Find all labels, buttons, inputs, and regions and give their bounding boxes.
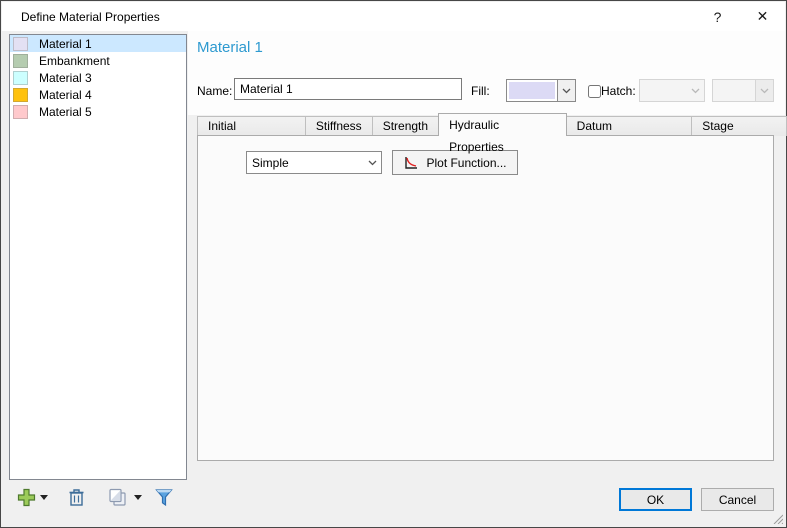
- caret-down-icon: [134, 495, 142, 500]
- material-list-item[interactable]: Material 3: [10, 69, 186, 86]
- help-icon: ?: [714, 9, 722, 25]
- editor-panel-background: [188, 31, 785, 115]
- fill-color-dropdown[interactable]: [506, 79, 576, 102]
- ok-button[interactable]: OK: [619, 488, 692, 511]
- name-input[interactable]: [234, 78, 462, 100]
- fill-label: Fill:: [471, 84, 490, 98]
- close-button[interactable]: ✕: [740, 2, 785, 31]
- tab-initial-conditions[interactable]: Initial Conditions: [197, 116, 306, 136]
- material-name: Material 1: [39, 37, 92, 51]
- material-name: Material 4: [39, 88, 92, 102]
- funnel-icon: [155, 488, 173, 507]
- add-material-dropdown-button[interactable]: [37, 485, 51, 509]
- chevron-down-icon: [755, 80, 773, 101]
- hatch-checkbox[interactable]: [588, 85, 601, 98]
- material-color-swatch: [13, 88, 28, 102]
- material-list-item[interactable]: Embankment: [10, 52, 186, 69]
- page-title: Material 1: [197, 39, 263, 56]
- hatch-pattern-dropdown: [639, 79, 705, 102]
- caret-down-icon: [40, 495, 48, 500]
- plot-function-icon: [403, 155, 419, 171]
- window-title: Define Material Properties: [21, 10, 160, 24]
- copy-material-dropdown-button[interactable]: [131, 485, 145, 509]
- material-list-item[interactable]: Material 5: [10, 103, 186, 120]
- hatch-color-dropdown: [712, 79, 774, 102]
- help-button[interactable]: ?: [695, 2, 740, 31]
- delete-material-button[interactable]: [63, 485, 89, 509]
- cancel-label: Cancel: [719, 493, 756, 507]
- filter-button[interactable]: [151, 485, 177, 509]
- model-value: Simple: [247, 152, 364, 173]
- chevron-down-icon[interactable]: [557, 80, 575, 101]
- tab-datum-dependency[interactable]: Datum Dependency: [566, 116, 693, 136]
- hatch-label: Hatch:: [601, 84, 636, 98]
- material-color-swatch: [13, 54, 28, 68]
- fill-color-swatch: [509, 82, 555, 99]
- close-icon: ✕: [757, 8, 769, 25]
- tab-bar: Initial ConditionsStiffnessStrengthHydra…: [197, 114, 786, 136]
- resize-grip[interactable]: [771, 512, 783, 524]
- chevron-down-icon[interactable]: [364, 152, 381, 173]
- tab-hydraulic-properties[interactable]: Hydraulic Properties: [438, 113, 567, 136]
- trash-icon: [68, 488, 85, 507]
- material-list-item[interactable]: Material 1: [10, 35, 186, 52]
- title-bar[interactable]: Define Material Properties ? ✕: [2, 2, 785, 31]
- add-material-button[interactable]: [13, 485, 39, 509]
- chevron-down-icon: [687, 80, 704, 101]
- tab-stiffness[interactable]: Stiffness: [305, 116, 373, 136]
- ok-label: OK: [647, 493, 664, 507]
- material-color-swatch: [13, 105, 28, 119]
- material-color-swatch: [13, 71, 28, 85]
- tab-stage-factors[interactable]: Stage Factors: [691, 116, 787, 136]
- tab-strength[interactable]: Strength: [372, 116, 439, 136]
- material-name: Material 5: [39, 105, 92, 119]
- model-dropdown[interactable]: Simple: [246, 151, 382, 174]
- copy-material-button[interactable]: [105, 485, 131, 509]
- define-material-properties-dialog: Define Material Properties ? ✕ Material …: [0, 0, 787, 528]
- material-list-item[interactable]: Material 4: [10, 86, 186, 103]
- material-color-swatch: [13, 37, 28, 51]
- material-name: Material 3: [39, 71, 92, 85]
- cancel-button[interactable]: Cancel: [701, 488, 774, 511]
- material-name: Embankment: [39, 54, 110, 68]
- hydraulic-properties-tab-page: [197, 135, 774, 461]
- material-list[interactable]: Material 1 Embankment Material 3 Material 4…: [9, 34, 187, 480]
- plus-icon: [17, 488, 36, 507]
- name-label: Name:: [197, 84, 232, 98]
- copy-icon: [108, 488, 128, 507]
